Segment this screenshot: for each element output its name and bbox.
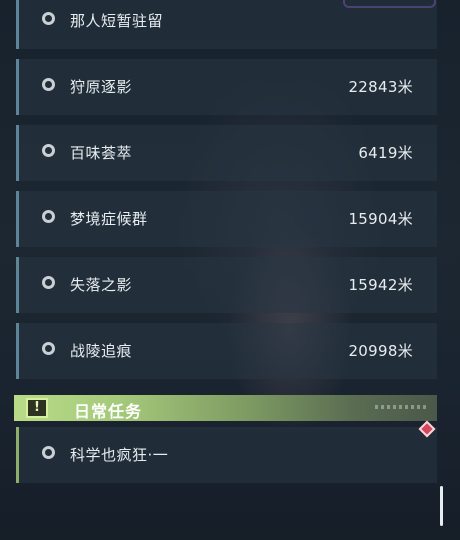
quest-name: 狩原逐影 [70, 78, 133, 96]
quest-row[interactable]: 百味荟萃 6419米 [16, 125, 437, 181]
quest-status-circle-icon [42, 78, 55, 91]
quest-name: 百味荟萃 [70, 144, 133, 162]
quest-distance: 15942米 [348, 276, 413, 294]
scrollbar-thumb[interactable] [440, 486, 443, 526]
quest-name: 失落之影 [70, 276, 133, 294]
quest-name: 那人短暂驻留 [70, 12, 164, 30]
alert-icon: ! [26, 398, 48, 418]
quest-name: 梦境症候群 [70, 210, 148, 228]
daily-quests-header[interactable]: ! 日常任务 [14, 395, 437, 421]
quest-status-circle-icon [42, 144, 55, 157]
quest-row[interactable]: 战陵追痕 20998米 [16, 323, 437, 379]
header-decoration [375, 405, 427, 409]
quest-list-panel: 那人短暂驻留 狩原逐影 22843米 百味荟萃 6419米 梦境症候群 1590… [0, 0, 460, 540]
quest-status-circle-icon [42, 342, 55, 355]
quest-name: 科学也疯狂·一 [70, 446, 169, 464]
quest-row[interactable]: 那人短暂驻留 [16, 0, 437, 49]
daily-quest-row[interactable]: 科学也疯狂·一 [16, 427, 437, 483]
quest-row[interactable]: 失落之影 15942米 [16, 257, 437, 313]
quest-row[interactable]: 梦境症候群 15904米 [16, 191, 437, 247]
quest-distance: 20998米 [348, 342, 413, 360]
quest-status-circle-icon [42, 12, 55, 25]
quest-status-circle-icon [42, 446, 55, 459]
quest-distance: 6419米 [358, 144, 413, 162]
quest-row[interactable]: 狩原逐影 22843米 [16, 59, 437, 115]
quest-distance: 15904米 [348, 210, 413, 228]
quest-distance: 22843米 [348, 78, 413, 96]
quest-name: 战陵追痕 [70, 342, 133, 360]
section-title: 日常任务 [74, 402, 143, 421]
quest-status-circle-icon [42, 276, 55, 289]
quest-status-circle-icon [42, 210, 55, 223]
